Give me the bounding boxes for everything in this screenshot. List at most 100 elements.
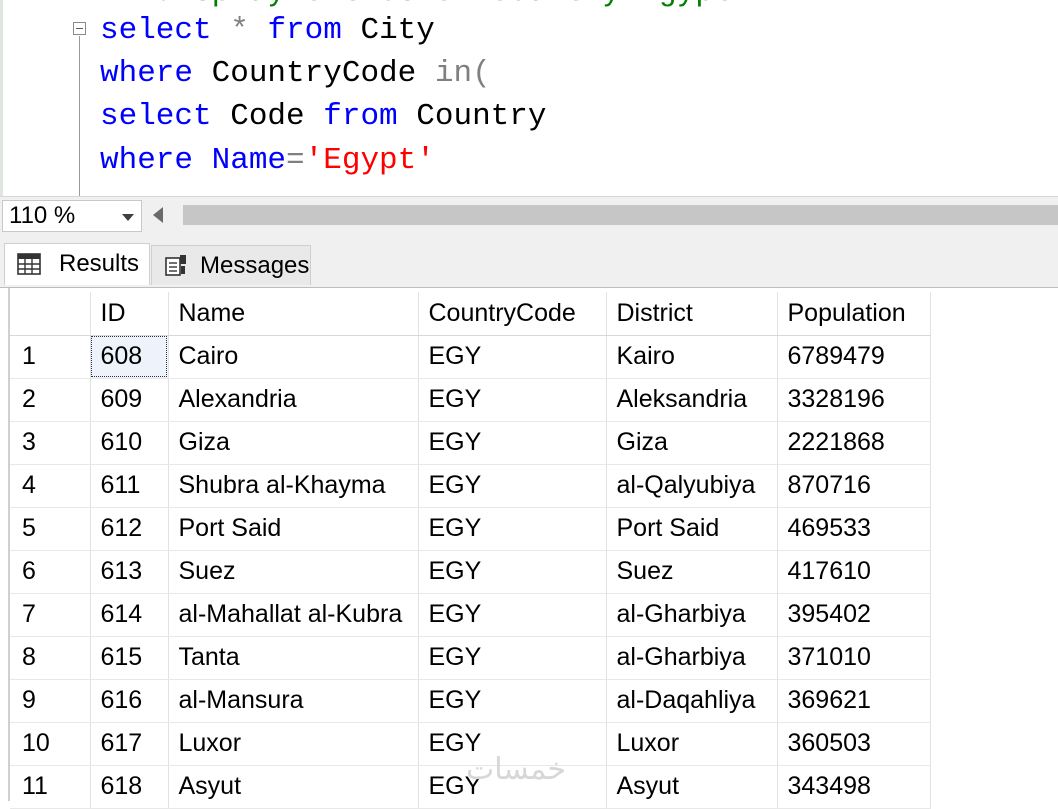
cell-countrycode[interactable]: EGY (418, 593, 607, 637)
cell-district[interactable]: Asyut (606, 765, 778, 809)
cell-name[interactable]: Suez (168, 550, 419, 594)
cell-district[interactable]: Giza (606, 421, 778, 465)
cell-countrycode[interactable]: EGY (418, 550, 607, 594)
cell-district[interactable]: al-Qalyubiya (606, 464, 778, 508)
row-number-header[interactable] (10, 292, 91, 336)
cell-name[interactable]: al-Mansura (168, 679, 419, 723)
tab-results-label: Results (59, 250, 140, 277)
cell-id[interactable]: 609 (90, 378, 169, 422)
chevron-down-icon[interactable] (122, 214, 134, 221)
table-row[interactable]: 9 616 al-Mansura EGY al-Daqahliya 369621 (10, 679, 931, 723)
cell-district[interactable]: al-Gharbiya (606, 636, 778, 680)
results-grid: ID Name CountryCode District Population … (0, 287, 1058, 809)
cell-id[interactable]: 608 (90, 335, 169, 379)
table-row[interactable]: 4 611 Shubra al-Khayma EGY al-Qalyubiya 87071… (10, 464, 931, 508)
cell-name[interactable]: Alexandria (168, 378, 419, 422)
cell-countrycode[interactable]: EGY (418, 378, 607, 422)
results-tabs: Results Messages (0, 235, 1058, 287)
keyword-select: select (100, 13, 212, 48)
tab-results[interactable]: Results (4, 243, 150, 285)
cell-name[interactable]: al-Mahallat al-Kubra (168, 593, 419, 637)
cell-population[interactable]: 395402 (777, 593, 931, 637)
cell-id[interactable]: 615 (90, 636, 169, 680)
horizontal-scrollbar[interactable] (183, 205, 1058, 225)
cell-population[interactable]: 417610 (777, 550, 931, 594)
cell-countrycode[interactable]: EGY (418, 464, 607, 508)
row-number[interactable]: 7 (10, 593, 91, 637)
cell-countrycode[interactable]: EGY (418, 335, 607, 379)
cell-name[interactable]: Giza (168, 421, 419, 465)
sql-editor[interactable]: -- display cities of country Egypt selec… (0, 0, 1058, 196)
cell-district[interactable]: Port Said (606, 507, 778, 551)
tab-messages[interactable]: Messages (151, 245, 311, 285)
keyword-select: select (100, 99, 212, 134)
table-name: Country (397, 99, 547, 134)
cell-population[interactable]: 360503 (777, 722, 931, 766)
row-number[interactable]: 4 (10, 464, 91, 508)
cell-district[interactable]: Suez (606, 550, 778, 594)
cell-id[interactable]: 611 (90, 464, 169, 508)
cell-population[interactable]: 2221868 (777, 421, 931, 465)
cell-countrycode[interactable]: EGY (418, 636, 607, 680)
row-number[interactable]: 1 (10, 335, 91, 379)
cell-name[interactable]: Cairo (168, 335, 419, 379)
cell-id[interactable]: 614 (90, 593, 169, 637)
cell-id[interactable]: 610 (90, 421, 169, 465)
cell-district[interactable]: al-Gharbiya (606, 593, 778, 637)
keyword-from: from (267, 13, 342, 48)
column-header-name[interactable]: Name (168, 292, 419, 336)
row-number[interactable]: 6 (10, 550, 91, 594)
tab-messages-label: Messages (200, 252, 310, 279)
table-row[interactable]: 8 615 Tanta EGY al-Gharbiya 371010 (10, 636, 931, 680)
cell-id[interactable]: 612 (90, 507, 169, 551)
column-header-population[interactable]: Population (777, 292, 931, 336)
cell-name[interactable]: Luxor (168, 722, 419, 766)
row-number[interactable]: 11 (10, 765, 91, 809)
cell-countrycode[interactable]: EGY (418, 507, 607, 551)
cell-id[interactable]: 618 (90, 765, 169, 809)
row-number[interactable]: 8 (10, 636, 91, 680)
cell-population[interactable]: 3328196 (777, 378, 931, 422)
cell-district[interactable]: al-Daqahliya (606, 679, 778, 723)
cell-id[interactable]: 616 (90, 679, 169, 723)
header-row: ID Name CountryCode District Population (10, 292, 931, 336)
column-name: Code (211, 99, 324, 134)
table-row[interactable]: 7 614 al-Mahallat al-Kubra EGY al-Gharbiya 39… (10, 593, 931, 637)
cell-population[interactable]: 6789479 (777, 335, 931, 379)
cell-district[interactable]: Aleksandria (606, 378, 778, 422)
results-table: ID Name CountryCode District Population … (10, 292, 931, 809)
cell-name[interactable]: Asyut (168, 765, 419, 809)
column-header-id[interactable]: ID (90, 292, 169, 336)
code-line-4: where Name='Egypt' (100, 141, 435, 181)
table-row[interactable]: 5 612 Port Said EGY Port Said 469533 (10, 507, 931, 551)
collapse-icon[interactable] (73, 22, 86, 35)
cell-name[interactable]: Port Said (168, 507, 419, 551)
cell-population[interactable]: 371010 (777, 636, 931, 680)
cell-countrycode[interactable]: EGY (418, 421, 607, 465)
table-row[interactable]: 6 613 Suez EGY Suez 417610 (10, 550, 931, 594)
cell-name[interactable]: Shubra al-Khayma (168, 464, 419, 508)
table-row[interactable]: 2 609 Alexandria EGY Aleksandria 3328196 (10, 378, 931, 422)
cell-population[interactable]: 343498 (777, 765, 931, 809)
row-number[interactable]: 2 (10, 378, 91, 422)
table-row[interactable]: 1 608 Cairo EGY Kairo 6789479 (10, 335, 931, 379)
scroll-left-icon[interactable] (153, 207, 163, 223)
cell-id[interactable]: 617 (90, 722, 169, 766)
column-header-countrycode[interactable]: CountryCode (418, 292, 607, 336)
column-name: Name (193, 143, 287, 178)
cell-population[interactable]: 369621 (777, 679, 931, 723)
cell-id[interactable]: 613 (90, 550, 169, 594)
row-number[interactable]: 10 (10, 722, 91, 766)
cell-district[interactable]: Luxor (606, 722, 778, 766)
cell-population[interactable]: 870716 (777, 464, 931, 508)
cell-district[interactable]: Kairo (606, 335, 778, 379)
table-row[interactable]: 3 610 Giza EGY Giza 2221868 (10, 421, 931, 465)
row-number[interactable]: 3 (10, 421, 91, 465)
zoom-dropdown[interactable]: 110 % (2, 200, 142, 232)
cell-population[interactable]: 469533 (777, 507, 931, 551)
cell-countrycode[interactable]: EGY (418, 679, 607, 723)
cell-name[interactable]: Tanta (168, 636, 419, 680)
column-header-district[interactable]: District (606, 292, 778, 336)
row-number[interactable]: 5 (10, 507, 91, 551)
row-number[interactable]: 9 (10, 679, 91, 723)
